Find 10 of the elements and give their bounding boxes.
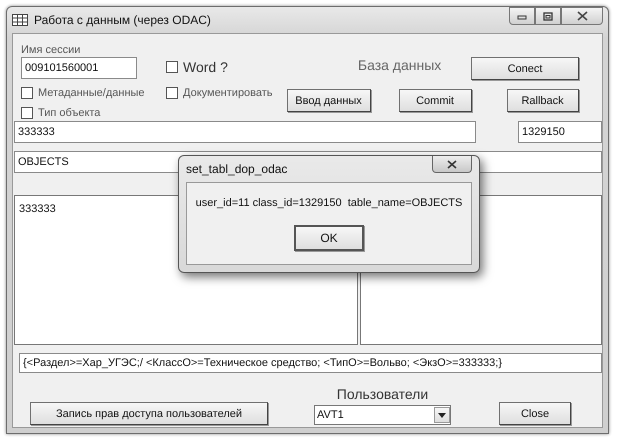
window-title: Работа с данным (через ODAC) — [34, 13, 211, 27]
checkbox-label: Документировать — [183, 87, 273, 99]
database-label: База данных — [358, 57, 442, 73]
checkbox-label: Метаданные/данные — [38, 87, 145, 99]
dialog-message: user_id=11 class_id=1329150 table_name=OBJECTS — [196, 197, 462, 209]
checkbox-label: Word ? — [183, 59, 228, 75]
users-label: Пользователи — [336, 386, 428, 402]
session-label: Имя сессии — [21, 44, 82, 56]
dialog-title: set_tabl_dop_odac — [186, 162, 288, 176]
checkbox-label: Тип объекта — [38, 107, 100, 119]
